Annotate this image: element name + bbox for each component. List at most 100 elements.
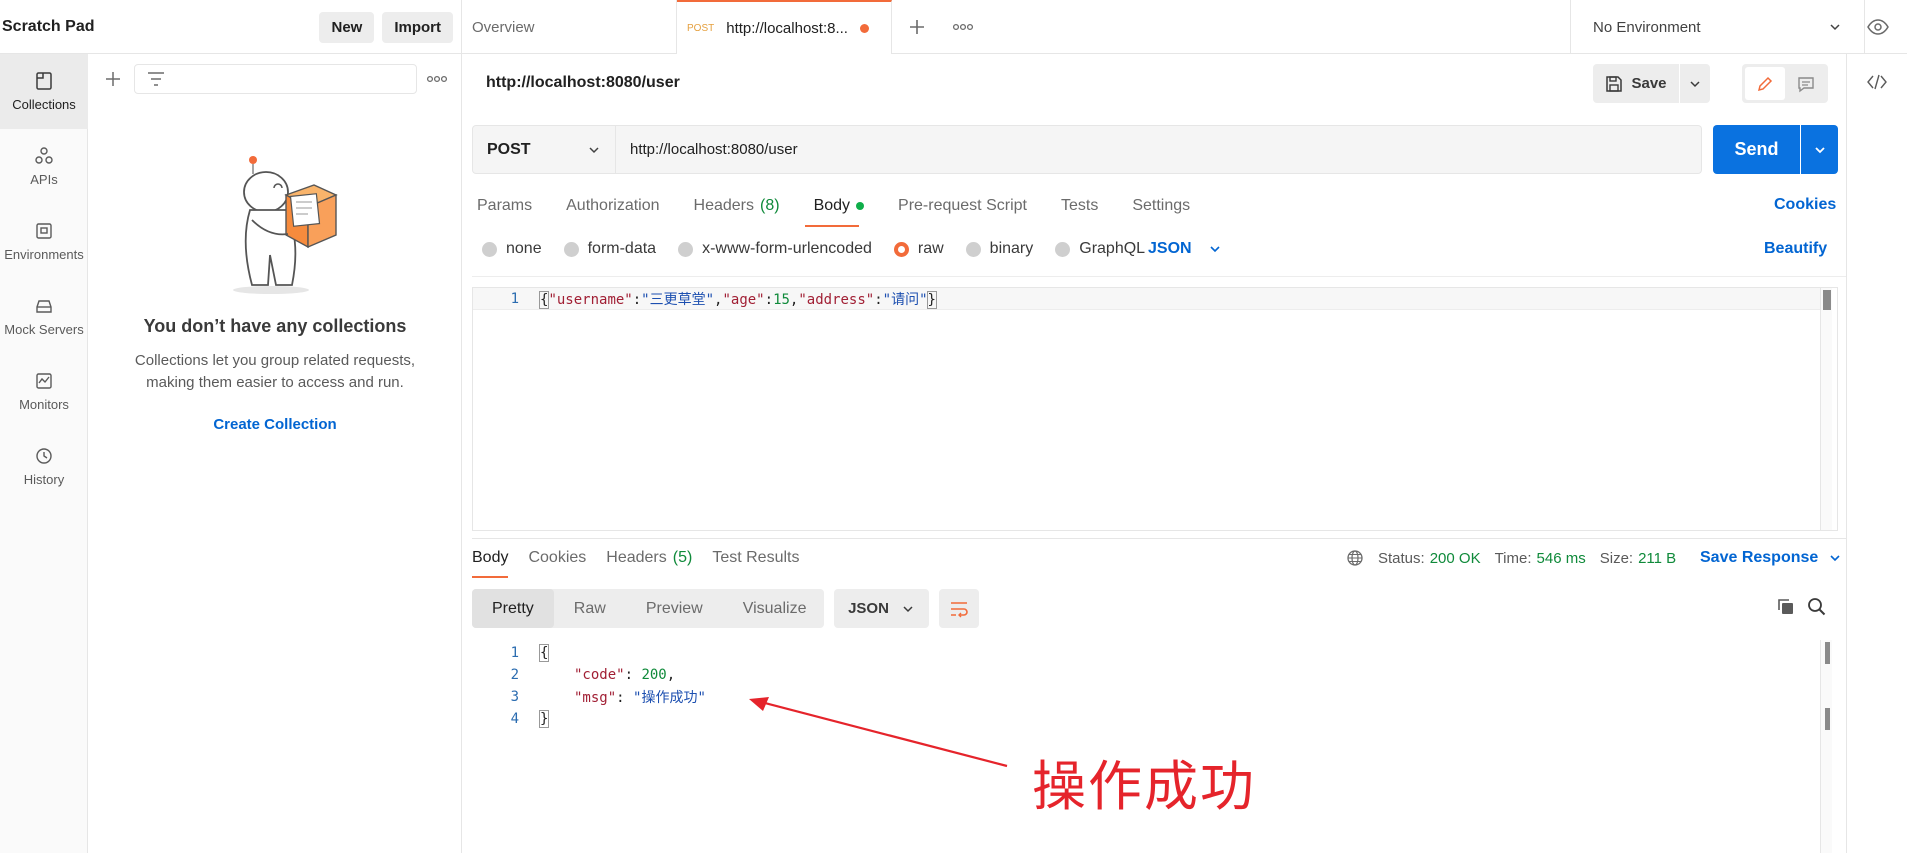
search-icon[interactable] [1807,597,1827,617]
radio-urlencoded[interactable]: x-www-form-urlencoded [678,240,872,258]
create-collection-link[interactable]: Create Collection [88,416,462,433]
chevron-down-icon [1828,20,1842,34]
annotation-arrow [745,690,1015,770]
radio-label: x-www-form-urlencoded [702,240,872,257]
radio-raw[interactable]: raw [893,240,944,258]
tab-headers[interactable]: Headers (8) [694,197,780,215]
environments-icon [34,221,54,247]
environment-quick-look-eye-icon[interactable] [1866,17,1890,37]
body-language-select[interactable]: JSON [1148,240,1222,258]
tab-prerequest-script[interactable]: Pre-request Script [898,197,1027,215]
tab-authorization[interactable]: Authorization [566,197,659,215]
sidebar-item-collections[interactable]: Collections [0,54,88,129]
save-button-label: Save [1631,75,1667,92]
save-options-button[interactable] [1680,64,1710,103]
request-tabs: Params Authorization Headers (8) Body Pr… [477,194,1224,218]
editor-line: 1 { [473,642,706,664]
globe-icon[interactable] [1346,549,1364,567]
response-size[interactable]: Size: 211 B [1600,550,1676,567]
environment-select[interactable]: No Environment [1570,0,1865,54]
response-scrollbar[interactable] [1820,640,1832,853]
chevron-down-icon [1813,143,1827,157]
radio-form-data[interactable]: form-data [563,240,656,258]
beautify-link[interactable]: Beautify [1764,240,1827,258]
scrollbar-thumb[interactable] [1825,642,1830,664]
body-set-dot-icon [856,202,865,210]
workspace-header: Scratch Pad New Import [0,0,462,54]
scrollbar-marker [1825,708,1830,730]
save-response-button[interactable]: Save Response [1700,549,1842,567]
radio-circle [678,241,694,257]
new-button[interactable]: New [319,11,375,43]
response-tab-cookies[interactable]: Cookies [528,549,586,567]
save-button[interactable]: Save [1593,64,1679,103]
tab-tests[interactable]: Tests [1061,197,1098,215]
send-options-button[interactable] [1801,125,1838,174]
apis-icon [34,146,54,172]
sidebar-item-mock-servers[interactable]: Mock Servers [0,279,88,354]
view-mode-raw[interactable]: Raw [554,589,626,628]
time-label: Time: [1494,549,1532,567]
tab-body[interactable]: Body [813,197,865,215]
tab-params[interactable]: Params [477,197,532,215]
sidebar-item-history[interactable]: History [0,429,88,504]
tab-settings[interactable]: Settings [1132,197,1190,215]
edit-mode-button[interactable] [1745,67,1785,100]
code-snippet-icon[interactable] [1866,73,1888,91]
scrollbar-thumb[interactable] [1823,290,1831,310]
response-meta: Status: 200 OK Time: 546 ms Size: 211 B [1346,549,1676,567]
url-input[interactable]: http://localhost:8080/user [616,125,1702,174]
import-button[interactable]: Import [382,11,453,43]
radio-none[interactable]: none [482,240,542,258]
chevron-down-icon [1828,551,1842,565]
more-tabs-icon[interactable] [952,20,974,34]
send-button[interactable]: Send [1713,125,1800,174]
sidebar-item-environments[interactable]: Environments [0,204,88,279]
sidebar-item-label: Environments [4,247,84,262]
radio-label: raw [917,240,944,257]
active-tab-indicator [472,576,508,578]
view-mode-pretty[interactable]: Pretty [472,589,554,628]
new-tab-plus-icon[interactable] [907,17,927,37]
cookies-link[interactable]: Cookies [1774,196,1836,214]
filter-icon[interactable] [146,70,166,88]
view-mode-visualize[interactable]: Visualize [723,589,827,628]
sidebar-item-label: Mock Servers [4,322,84,337]
sidebar-item-apis[interactable]: APIs [0,129,88,204]
sidebar-item-monitors[interactable]: Monitors [0,354,88,429]
comments-mode-button[interactable] [1786,67,1826,100]
method-select[interactable]: POST [472,125,616,174]
status-value: 200 OK [1429,549,1481,567]
wrap-lines-button[interactable] [939,589,979,628]
response-tab-headers-label: Headers [606,549,667,566]
response-time[interactable]: Time: 546 ms [1495,550,1586,567]
right-sidebar [1846,54,1907,853]
collections-search-input[interactable] [134,64,417,94]
copy-icon[interactable] [1776,597,1796,617]
empty-collections-title: You don’t have any collections [143,316,407,336]
collections-more-icon[interactable] [426,73,448,85]
view-mode-preview[interactable]: Preview [626,589,723,628]
response-tab-test-results[interactable]: Test Results [712,549,799,567]
tab-overview-label: Overview [472,18,535,36]
code-line: "code": 200, [574,667,676,683]
save-icon [1605,75,1623,93]
radio-label: GraphQL [1079,240,1146,257]
radio-graphql[interactable]: GraphQL [1055,240,1145,258]
code-line: } [538,710,550,728]
add-collection-plus-icon[interactable] [103,69,123,89]
editor-line: 2 "code": 200, [473,664,706,686]
radio-binary[interactable]: binary [965,240,1033,258]
response-language-select[interactable]: JSON [834,589,929,628]
collections-icon [34,71,54,97]
tab-active-request[interactable]: POST http://localhost:8... [677,0,892,54]
response-tab-body[interactable]: Body [472,549,508,567]
tab-overview[interactable]: Overview [462,0,677,54]
response-status[interactable]: Status: 200 OK [1378,550,1481,567]
editor-scrollbar[interactable] [1820,288,1832,530]
time-value: 546 ms [1536,549,1586,567]
tab-body-label: Body [813,197,851,214]
response-view-modes: Pretty Raw Preview Visualize [472,589,824,628]
request-body-editor[interactable] [472,287,1838,531]
response-tab-headers[interactable]: Headers (5) [606,549,692,567]
